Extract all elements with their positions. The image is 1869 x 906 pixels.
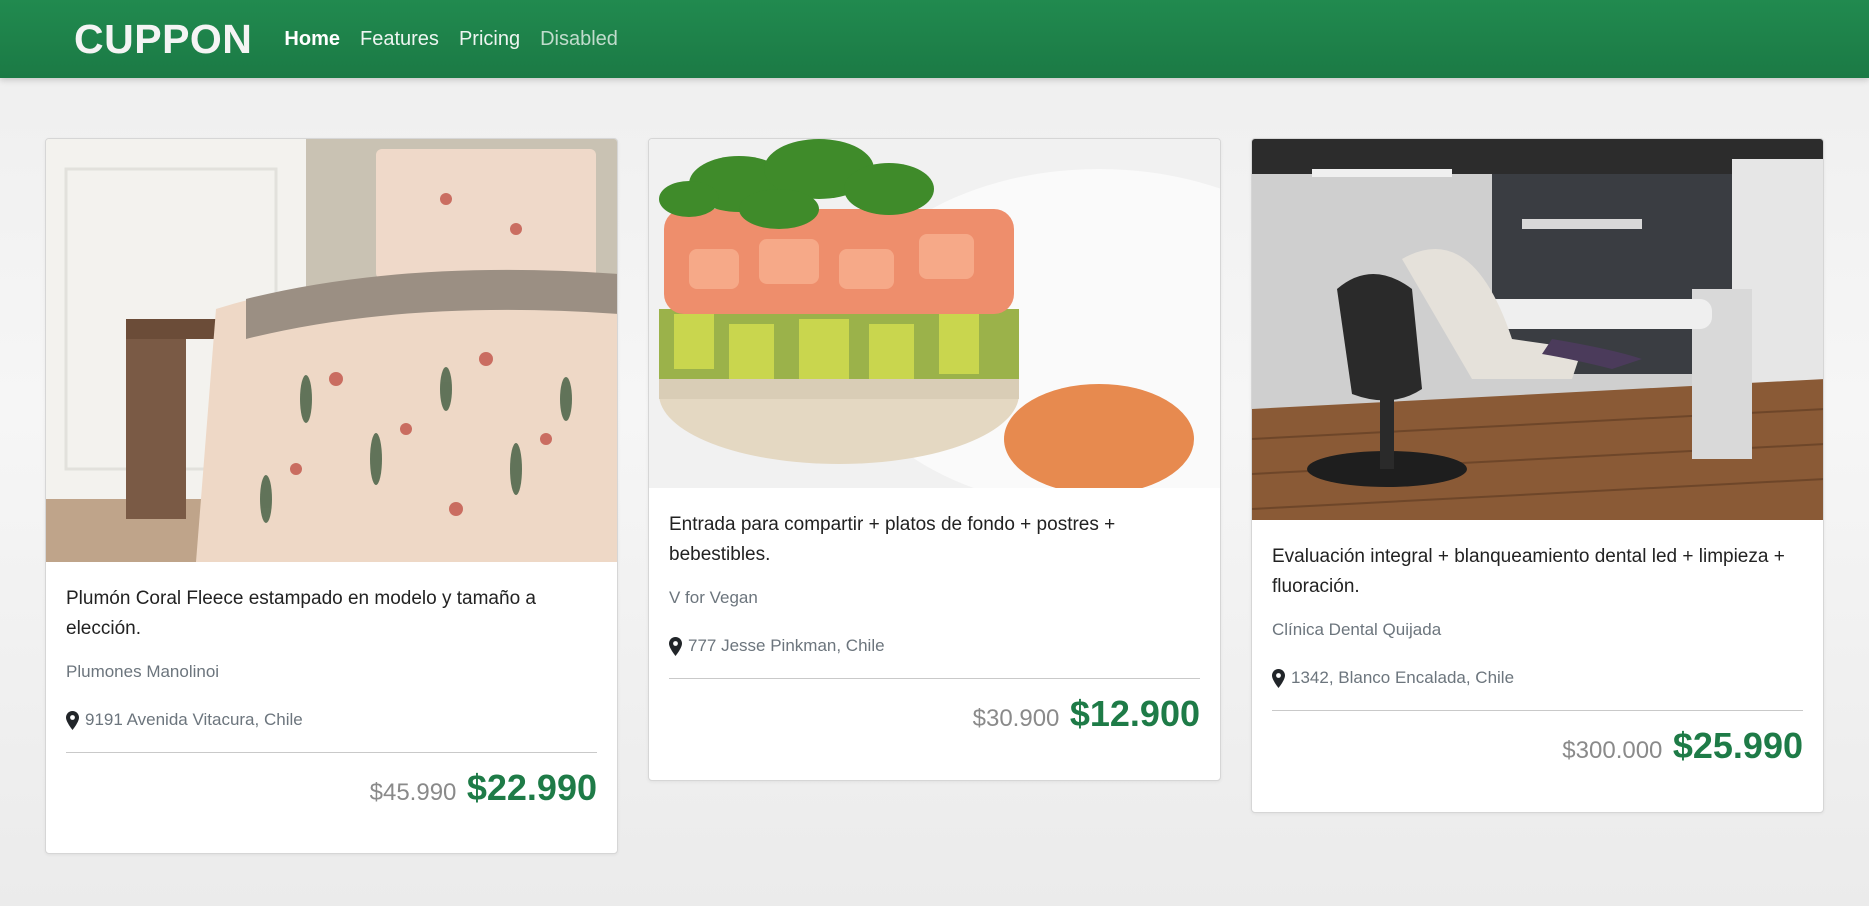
- discount-price: $12.900: [1069, 693, 1200, 734]
- original-price: $45.990: [369, 779, 457, 806]
- card-body: Entrada para compartir + platos de fondo…: [649, 488, 1220, 735]
- location: 777 Jesse Pinkman, Chile: [669, 636, 1200, 656]
- merchant-name: Clínica Dental Quijada: [1272, 620, 1442, 639]
- map-pin-icon: [1272, 668, 1285, 688]
- brand-logo[interactable]: CUPPON: [74, 16, 252, 63]
- merchant-name: Plumones Manolinoi: [66, 662, 220, 681]
- location: 1342, Blanco Encalada, Chile: [1272, 668, 1803, 688]
- card-image-dental[interactable]: [1252, 139, 1823, 520]
- discount-price: $22.990: [466, 767, 597, 808]
- discount-price: $25.990: [1672, 725, 1803, 766]
- nav-pricing-link[interactable]: Pricing: [459, 28, 520, 51]
- price-block: $45.990 $22.990: [66, 753, 597, 809]
- card-image-restaurant[interactable]: [649, 139, 1220, 488]
- original-price: $30.900: [972, 705, 1060, 732]
- deal-card-restaurant[interactable]: Entrada para compartir + platos de fondo…: [648, 138, 1221, 781]
- navbar: CUPPON Home Features Pricing Disabled: [0, 0, 1869, 78]
- deal-title[interactable]: Entrada para compartir + platos de fondo…: [669, 510, 1200, 570]
- nav-features-link[interactable]: Features: [360, 28, 439, 51]
- nav-home-link[interactable]: Home: [284, 28, 340, 51]
- location-text: 777 Jesse Pinkman, Chile: [688, 636, 885, 655]
- map-pin-icon: [669, 636, 682, 656]
- price-block: $30.900 $12.900: [669, 679, 1200, 735]
- map-pin-icon: [66, 710, 79, 730]
- card-image-bedding[interactable]: [46, 139, 617, 562]
- nav-disabled-link: Disabled: [540, 27, 618, 50]
- location-text: 1342, Blanco Encalada, Chile: [1291, 668, 1515, 687]
- card-body: Evaluación integral + blanqueamiento den…: [1252, 520, 1823, 767]
- location-text: 9191 Avenida Vitacura, Chile: [85, 710, 303, 729]
- deal-card-dental[interactable]: Evaluación integral + blanqueamiento den…: [1251, 138, 1824, 813]
- original-price: $300.000: [1562, 737, 1663, 764]
- deal-title[interactable]: Plumón Coral Fleece estampado en modelo …: [66, 584, 597, 644]
- deal-title[interactable]: Evaluación integral + blanqueamiento den…: [1272, 542, 1803, 602]
- location: 9191 Avenida Vitacura, Chile: [66, 710, 597, 730]
- card-body: Plumón Coral Fleece estampado en modelo …: [46, 562, 617, 809]
- merchant-name: V for Vegan: [669, 588, 758, 607]
- price-block: $300.000 $25.990: [1272, 711, 1803, 767]
- deal-card-bedding[interactable]: Plumón Coral Fleece estampado en modelo …: [45, 138, 618, 854]
